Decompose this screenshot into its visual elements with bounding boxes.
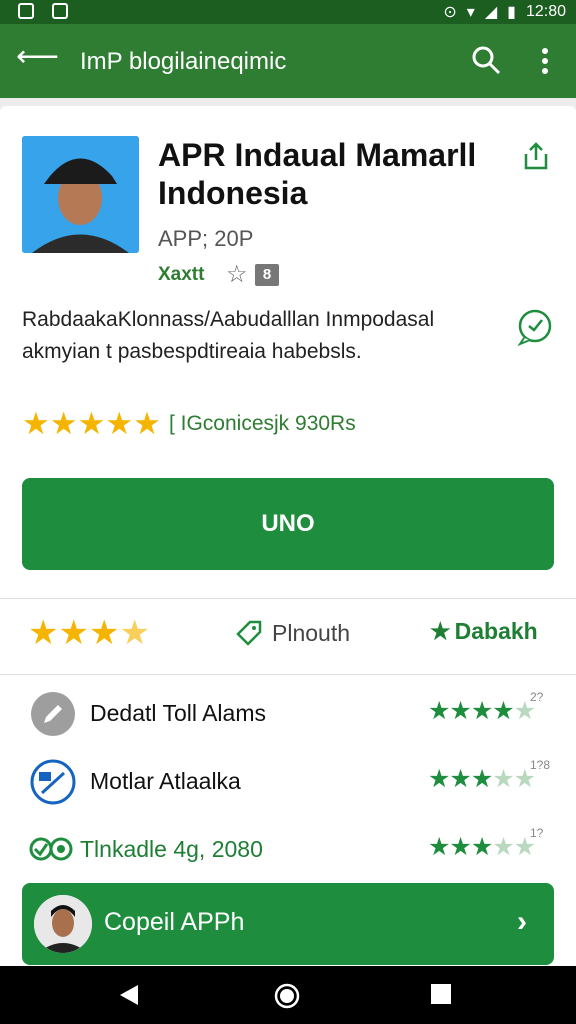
search-icon[interactable] bbox=[470, 44, 502, 76]
install-button[interactable]: UNO bbox=[22, 478, 554, 570]
app-bar: ⟵ ImP blogilaineqimic bbox=[0, 24, 576, 98]
recents-nav-icon[interactable] bbox=[430, 983, 452, 1005]
stat-middle-label: Plnouth bbox=[272, 619, 351, 646]
star-outline-icon[interactable]: ☆ bbox=[226, 260, 248, 289]
profile-avatar bbox=[34, 895, 92, 953]
star-icon: ★ bbox=[430, 618, 451, 644]
list-item-count: 1? bbox=[530, 826, 544, 840]
divider bbox=[0, 674, 576, 675]
rating-row: ★★★★★ [ IGconicesjk 930Rs bbox=[22, 406, 356, 442]
open-app-label: Copeil APPh bbox=[104, 908, 245, 936]
list-item-stars: ★★★★★ bbox=[428, 833, 536, 861]
status-time: 12:80 bbox=[525, 3, 566, 20]
list-item[interactable]: Dedatl Toll Alams ★★★★★ 2? bbox=[0, 678, 576, 748]
app-title: APR Indaual Mamarll Indonesia bbox=[158, 137, 477, 211]
overflow-menu-icon[interactable] bbox=[535, 46, 555, 76]
rating-summary-stars: ★★★★ bbox=[28, 614, 150, 652]
stat-right-label: Dabakh bbox=[454, 618, 538, 644]
tag-icon bbox=[236, 620, 262, 646]
chevron-right-icon: › bbox=[517, 905, 527, 938]
list-item[interactable]: Tlnkadle 4g, 2080 ★★★★★ 1? bbox=[0, 814, 576, 884]
alarm-icon: ⊙ bbox=[443, 4, 457, 21]
list-item-stars: ★★★★★ bbox=[428, 697, 536, 725]
signal-icon: ◢ bbox=[484, 4, 498, 21]
check-icon bbox=[29, 837, 73, 861]
list-item-stars: ★★★★★ bbox=[428, 765, 536, 793]
status-bar: ⊙ ▾ ◢ ▮ 12:80 bbox=[0, 0, 576, 24]
document-icon bbox=[30, 759, 76, 805]
battery-icon: ▮ bbox=[507, 4, 516, 21]
wifi-icon: ▾ bbox=[466, 4, 475, 21]
list-item-label: Dedatl Toll Alams bbox=[90, 700, 266, 726]
notification-icon bbox=[52, 3, 68, 19]
share-icon[interactable] bbox=[520, 140, 552, 172]
age-badge: 8 bbox=[255, 264, 279, 286]
home-nav-icon[interactable] bbox=[274, 983, 300, 1009]
app-bar-title: ImP blogilaineqimic bbox=[80, 48, 287, 75]
list-item-label: Motlar Atlaalka bbox=[90, 768, 241, 794]
divider bbox=[0, 598, 576, 599]
notification-icon bbox=[18, 3, 34, 19]
main-content: APR Indaual Mamarll Indonesia APP; 20P X… bbox=[0, 98, 576, 966]
stat-right[interactable]: ★ Dabakh bbox=[430, 618, 538, 645]
review-count[interactable]: [ IGconicesjk 930Rs bbox=[169, 412, 356, 436]
edit-icon bbox=[31, 692, 75, 736]
list-item-label: Tlnkadle 4g, 2080 bbox=[80, 836, 263, 862]
list-item-count: 2? bbox=[530, 690, 544, 704]
back-arrow-icon[interactable]: ⟵ bbox=[16, 42, 59, 72]
back-nav-icon[interactable] bbox=[118, 983, 140, 1007]
open-app-button[interactable]: Copeil APPh › bbox=[22, 883, 554, 965]
stat-middle[interactable]: Plnouth bbox=[234, 618, 350, 648]
app-tag: Xaxtt bbox=[158, 264, 205, 285]
list-item[interactable]: Motlar Atlaalka ★★★★★ 1?8 bbox=[0, 746, 576, 816]
app-description: RabdaakaKlonnass/Aabudalllan Inmpodasal … bbox=[22, 308, 435, 363]
list-item-count: 1?8 bbox=[530, 758, 551, 772]
app-avatar bbox=[22, 136, 139, 253]
app-subtitle: APP; 20P bbox=[158, 226, 254, 251]
rating-stars: ★★★★★ bbox=[22, 406, 161, 441]
navigation-bar bbox=[0, 966, 576, 1024]
app-detail-card: APR Indaual Mamarll Indonesia APP; 20P X… bbox=[0, 106, 576, 966]
chat-icon[interactable] bbox=[516, 308, 554, 346]
